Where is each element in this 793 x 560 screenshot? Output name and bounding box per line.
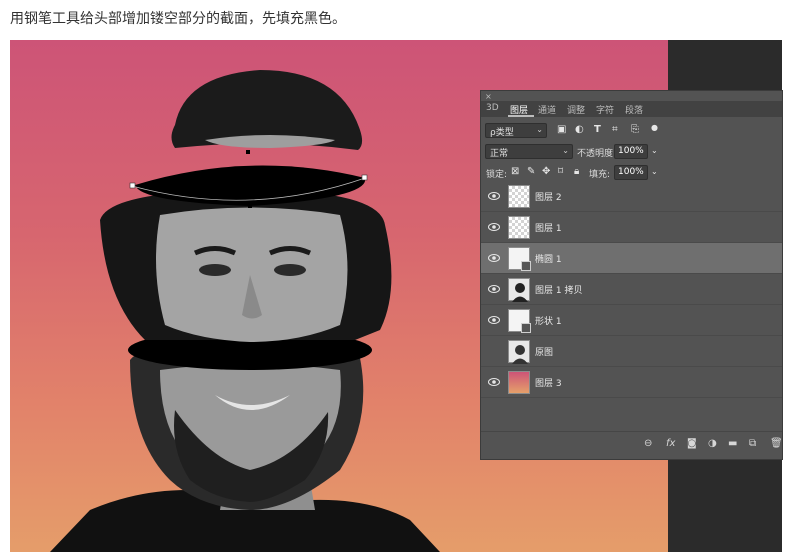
fill-value: 100%: [618, 167, 644, 177]
tab-paragraph[interactable]: 段落: [625, 103, 643, 116]
blend-row: 正常 ⌄ 不透明度: 100% ⌄: [481, 142, 782, 162]
active-tab-indicator: [508, 115, 534, 117]
shape-filter-icon[interactable]: ⌗: [612, 124, 618, 136]
trash-icon[interactable]: 🗑︎: [770, 438, 782, 450]
left-eye: [199, 264, 231, 276]
panel-tab-bar: 3D 图层 通道 调整 字符 段落: [481, 101, 782, 117]
type-filter-icon[interactable]: T: [594, 124, 601, 136]
layer-row[interactable]: 图层 3: [481, 367, 782, 398]
layer-row[interactable]: 图层 1: [481, 212, 782, 243]
lock-all-icon[interactable]: 🔒︎: [574, 166, 579, 178]
opacity-label: 不透明度:: [577, 149, 617, 159]
eye-hidden-slot[interactable]: [488, 346, 500, 356]
lock-position-icon[interactable]: ✥: [542, 166, 550, 178]
layer-thumbnail: [508, 371, 530, 394]
lock-paint-icon[interactable]: ✎: [527, 166, 535, 178]
chevron-down-icon[interactable]: ⌄: [651, 145, 658, 157]
eye-icon[interactable]: [488, 191, 500, 201]
vector-shape-badge-icon: [521, 261, 531, 271]
tab-adjustments[interactable]: 调整: [567, 103, 585, 116]
group-folder-icon[interactable]: ▬: [728, 438, 737, 450]
blend-mode-select[interactable]: 正常 ⌄: [485, 144, 573, 159]
lock-artboard-icon[interactable]: ⌑: [558, 166, 563, 178]
layer-row[interactable]: 原图: [481, 336, 782, 367]
new-layer-icon[interactable]: ⧉: [749, 438, 756, 450]
layer-name: 图层 1: [535, 224, 562, 234]
anchor-right: [361, 174, 368, 181]
layer-thumbnail: [508, 340, 530, 364]
layer-thumbnail: [508, 185, 530, 208]
layer-mask-icon[interactable]: ◙: [687, 438, 697, 450]
layers-panel-footer: ⊖ fx ◙ ◑ ▬ ⧉ 🗑︎: [481, 431, 782, 459]
lock-row: 锁定: ⊠ ✎ ✥ ⌑ 🔒︎ 填充: 100% ⌄: [481, 163, 782, 183]
anchor-bottom: [248, 204, 252, 208]
chevron-down-icon[interactable]: ⌄: [651, 166, 658, 178]
opacity-value: 100%: [618, 146, 644, 156]
chevron-down-icon: ⌄: [562, 146, 569, 155]
filter-kind-label: ρ类型: [490, 128, 514, 138]
layer-name: 形状 1: [535, 317, 562, 327]
article-caption: 用钢笔工具给头部增加镂空部分的截面，先填充黑色。: [10, 11, 346, 27]
filter-toggle-icon[interactable]: ●: [651, 122, 658, 134]
layer-name: 图层 2: [535, 193, 562, 203]
layer-list: 图层 2 图层 1 椭圆 1 图层 1 拷贝 形状 1 原图 图层 3: [481, 181, 782, 427]
portrait-thumbnail-icon: [512, 345, 528, 364]
tab-channels[interactable]: 通道: [538, 103, 556, 116]
right-eye: [274, 264, 306, 276]
layer-name: 图层 3: [535, 379, 562, 389]
tab-character[interactable]: 字符: [596, 103, 614, 116]
opacity-input[interactable]: 100%: [614, 144, 648, 159]
vector-shape-badge-icon: [521, 323, 531, 333]
adjustment-filter-icon[interactable]: ◐: [575, 124, 584, 136]
eye-icon[interactable]: [488, 315, 500, 325]
filter-kind-select[interactable]: ρ类型 ⌄: [485, 123, 547, 138]
anchor-left: [129, 182, 136, 189]
layer-name: 图层 1 拷贝: [535, 286, 583, 296]
layer-name: 椭圆 1: [535, 255, 562, 265]
filter-row: ρ类型 ⌄ ▣ ◐ T ⌗ ⎘ ●: [481, 121, 782, 141]
eye-icon[interactable]: [488, 377, 500, 387]
image-filter-icon[interactable]: ▣: [557, 124, 566, 136]
layer-thumbnail: [508, 278, 530, 302]
fx-icon[interactable]: fx: [666, 438, 675, 450]
smart-object-filter-icon[interactable]: ⎘: [631, 124, 639, 136]
chevron-down-icon: ⌄: [536, 125, 543, 134]
layer-row[interactable]: 图层 1 拷贝: [481, 274, 782, 305]
anchor-top: [246, 150, 250, 154]
fill-label: 填充:: [589, 170, 611, 180]
lock-transparent-icon[interactable]: ⊠: [511, 166, 519, 178]
blend-mode-value: 正常: [490, 149, 509, 159]
eye-icon[interactable]: [488, 284, 500, 294]
lock-label: 锁定:: [486, 170, 508, 180]
adjustment-layer-icon[interactable]: ◑: [708, 438, 717, 450]
layer-thumbnail: [508, 216, 530, 239]
middle-face-skin: [156, 207, 348, 342]
portrait-thumbnail-icon: [512, 283, 528, 302]
fill-input[interactable]: 100%: [614, 165, 648, 180]
layer-row[interactable]: 图层 2: [481, 181, 782, 212]
tab-3d[interactable]: 3D: [486, 103, 499, 113]
close-icon[interactable]: ×: [485, 92, 492, 101]
link-layers-icon[interactable]: ⊖: [644, 438, 652, 450]
layer-name: 原图: [535, 348, 554, 358]
eye-icon[interactable]: [488, 222, 500, 232]
layer-row[interactable]: 形状 1: [481, 305, 782, 336]
layer-row[interactable]: 椭圆 1: [481, 243, 782, 274]
layers-panel: × 3D 图层 通道 调整 字符 段落 ρ类型 ⌄ ▣ ◐ T ⌗ ⎘ ● 正常…: [480, 90, 783, 460]
eye-icon[interactable]: [488, 253, 500, 263]
